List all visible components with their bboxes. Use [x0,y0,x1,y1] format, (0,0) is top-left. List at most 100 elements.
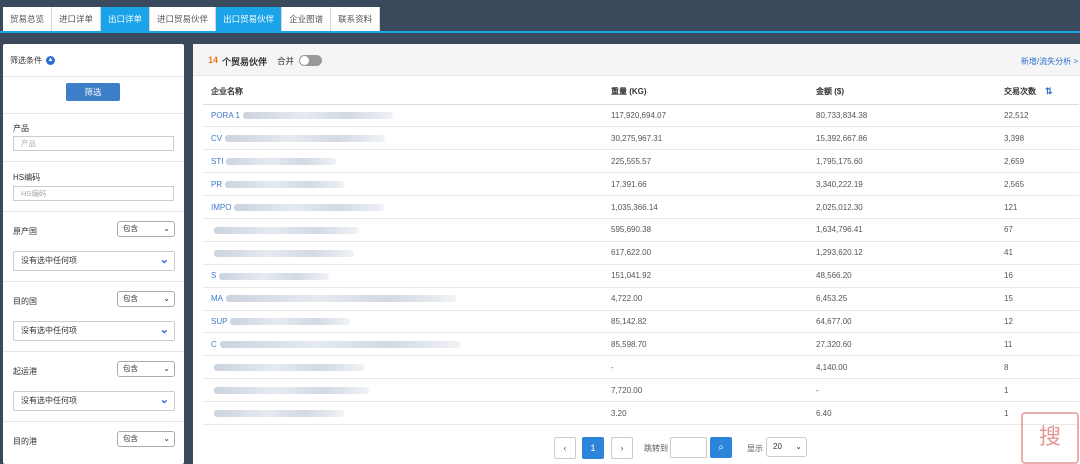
company-name-cell[interactable]: CV [203,126,603,151]
company-name-cell[interactable] [203,401,603,425]
jump-page-input[interactable] [670,437,707,458]
tab-trade-overview[interactable]: 贸易总览 [3,7,53,31]
table-row[interactable]: MA 4,722.00 6,453.25 15 [203,287,1079,311]
origin-mode-select[interactable]: 包含 ⌄ [117,221,175,237]
company-name-text: IMPO [211,202,232,212]
table-row[interactable]: C 85,598.70 27,320.60 11 [203,332,1079,357]
table-row[interactable]: 595,690.38 1,634,796.41 67 [203,218,1079,242]
chevron-down-icon: ⌄ [159,394,169,406]
merge-toggle[interactable] [299,55,322,66]
amount-cell: 6.40 [808,401,996,425]
company-name-cell[interactable] [203,218,603,242]
hs-input[interactable]: HS编码 [13,186,174,201]
origin-select[interactable]: 没有选中任何项 ⌄ [13,251,175,271]
col-amount: 金额 ($) [808,80,996,105]
company-name-cell[interactable] [203,241,603,265]
redacted-name-blur [234,203,385,211]
transactions-cell: 22,512 [996,104,1079,128]
table-row[interactable]: PORA 1 117,920,694.07 80,733,834.38 22,512 [203,104,1079,128]
sort-icon[interactable]: ⇅ [1045,86,1053,96]
next-page-button[interactable]: › [611,437,633,459]
company-name-cell[interactable]: PR [203,172,603,197]
search-icon[interactable]: ⌕ [710,437,732,458]
collapse-up-icon[interactable]: ▲ [46,55,55,65]
tab-company-graph[interactable]: 企业图谱 [282,7,332,31]
table-row[interactable]: 3.20 6.40 1 [203,401,1079,425]
departure-port-mode-select[interactable]: 包含 ⌄ [117,361,175,377]
partners-panel: 14 个贸易伙伴 合并 新增/流失分析 > 企业名称 重量 (KG) 金额 ($… [193,44,1080,464]
tab-underline [0,31,1080,33]
company-name-cell[interactable]: SUP [203,310,603,334]
amount-cell: 1,293,620.12 [808,241,996,265]
departure-port-label: 起运港 [13,367,37,376]
weight-cell: 4,722.00 [603,287,808,311]
tab-contacts[interactable]: 联系资料 [331,7,381,31]
transactions-cell: 3,398 [996,126,1079,151]
weight-cell: 85,142.82 [603,310,808,334]
page-1-button[interactable]: 1 [582,437,604,459]
filter-header[interactable]: 筛选条件 ▲ [3,44,184,77]
redacted-name-blur [225,181,346,188]
amount-cell: 1,795,175.60 [808,149,996,174]
redacted-name-blur [214,364,364,372]
prev-page-button[interactable]: ‹ [554,437,576,459]
gain-loss-analysis-link[interactable]: 新增/流失分析 > [1021,56,1078,67]
watermark-seal: 搜 [1021,412,1079,464]
table-row[interactable]: 7,720.00-1 [203,378,1079,403]
destination-mode-select[interactable]: 包含 ⌄ [117,291,175,307]
table-row[interactable]: IMPO 1,035,366.14 2,025,012.30 121 [203,195,1079,219]
company-name-cell[interactable]: C [203,332,603,357]
tab-import-partners[interactable]: 进口贸易伙伴 [150,7,217,31]
transactions-cell: 15 [996,287,1079,311]
tab-export-partners[interactable]: 出口贸易伙伴 [216,7,283,31]
redacted-name-blur [214,226,359,234]
page-size-select[interactable]: 20 ⌄ [766,437,807,457]
transactions-cell: 2,659 [996,149,1079,174]
transactions-cell: 8 [996,355,1079,380]
company-name-cell[interactable] [203,378,603,403]
col-transactions[interactable]: 交易次数 ⇅ [996,80,1079,105]
departure-port-select[interactable]: 没有选中任何项 ⌄ [13,391,175,411]
tab-export-details[interactable]: 出口详单 [101,7,151,31]
destination-select[interactable]: 没有选中任何项 ⌄ [13,321,175,341]
chevron-down-icon: ⌄ [163,294,170,303]
table-row[interactable]: 617,622.00 1,293,620.12 41 [203,241,1079,265]
chevron-down-icon: ⌄ [159,324,169,336]
company-name-text: S [211,271,217,281]
chevron-down-icon: ⌄ [163,224,170,233]
product-section: 产品 产品 [3,113,184,160]
merge-label: 合并 [277,56,295,66]
weight-cell: - [603,355,808,380]
table-row[interactable]: -4,140.00 8 [203,355,1079,380]
company-name-cell[interactable]: STI [203,149,603,174]
pagination: ‹ 1 › 跳转到 ⌕ 显示 20 ⌄ [193,437,1080,459]
transactions-cell: 121 [996,195,1079,219]
table-row[interactable]: CV 30,275,967.31 15,392,667.86 3,398 [203,126,1079,151]
tab-list: 贸易总览 进口详单 出口详单 进口贸易伙伴 出口贸易伙伴 企业图谱 联系资料 [3,7,381,31]
tab-import-details[interactable]: 进口详单 [52,7,102,31]
product-input[interactable]: 产品 [13,136,174,151]
company-name-text: SUP [211,316,228,326]
transactions-cell: 16 [996,264,1079,288]
company-name-cell[interactable]: S [203,264,603,288]
table-row[interactable]: S 151,041.92 48,566.20 16 [203,264,1079,288]
company-name-cell[interactable]: IMPO [203,195,603,219]
company-name-cell[interactable]: MA [203,287,603,311]
redacted-name-blur [219,341,460,349]
weight-cell: 225,555.57 [603,149,808,174]
arrival-port-mode-select[interactable]: 包含 ⌄ [117,431,175,447]
company-name-cell[interactable]: PORA 1 [203,104,603,128]
company-name-cell[interactable] [203,355,603,380]
partner-count: 14 [208,55,219,65]
company-name-text: C [211,339,217,349]
transactions-cell: 1 [996,378,1079,403]
table-row[interactable]: STI 225,555.57 1,795,175.60 2,659 [203,149,1079,174]
weight-cell: 85,598.70 [603,332,808,357]
origin-mode-value: 包含 [123,224,138,233]
table-row[interactable]: SUP 85,142.82 64,677.00 12 [203,310,1079,334]
amount-cell: 64,677.00 [808,310,996,334]
table-row[interactable]: PR 17,391.66 3,340,222.19 2,565 [203,172,1079,197]
filter-button[interactable]: 筛选 [66,83,120,101]
origin-label: 原产国 [13,227,37,236]
amount-cell: 2,025,012.30 [808,195,996,219]
